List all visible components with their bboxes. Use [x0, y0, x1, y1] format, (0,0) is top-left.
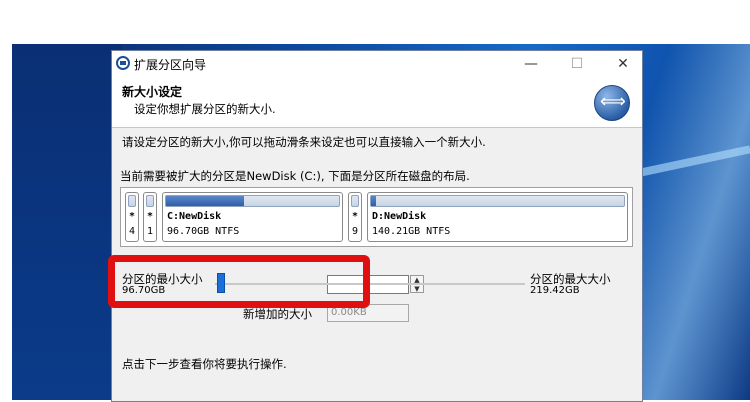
red-highlight-box [108, 255, 370, 308]
partition-name: * [146, 211, 154, 222]
app-icon [116, 56, 130, 70]
partition-size: 96.70GB NTFS [167, 226, 240, 237]
partition-block-d[interactable]: D:NewDisk 140.21GB NTFS [367, 192, 628, 242]
partition-usage-bar [351, 195, 359, 207]
partition-size: 1 [146, 226, 154, 237]
header-title: 新大小设定 [122, 85, 183, 99]
wizard-logo-icon [594, 85, 630, 121]
spin-down-button[interactable]: ▼ [410, 284, 424, 293]
header-subtitle: 设定你想扩展分区的新大小. [134, 102, 276, 116]
partition-usage-bar [165, 195, 340, 207]
partition-usage-bar [370, 195, 625, 207]
footer-hint: 点击下一步查看你将要执行操作. [122, 357, 287, 371]
extend-partition-wizard-window: 扩展分区向导 — ☐ ✕ 新大小设定 设定你想扩展分区的新大小. 请设定分区的新… [111, 50, 643, 402]
title-bar: 扩展分区向导 — ☐ ✕ [112, 51, 642, 77]
partition-block-c[interactable]: C:NewDisk 96.70GB NTFS [162, 192, 343, 242]
instruction-text: 请设定分区的新大小,你可以拖动滑条来设定也可以直接输入一个新大小. [122, 135, 486, 149]
wizard-header: 新大小设定 设定你想扩展分区的新大小. [112, 77, 642, 128]
partition-usage-bar [128, 195, 136, 207]
partition-block[interactable]: * 4 [125, 192, 139, 242]
partition-name: * [128, 211, 136, 222]
partition-size: 9 [351, 226, 359, 237]
partition-name: D:NewDisk [372, 211, 427, 222]
max-size-value: 219.42GB [530, 285, 580, 296]
maximize-button[interactable]: ☐ [563, 53, 591, 75]
partition-block[interactable]: * 1 [143, 192, 157, 242]
partition-usage-fill [166, 196, 244, 206]
disk-layout-map: * 4 * 1 C:NewDisk 96.70GB NTFS * 9 D:New… [120, 187, 633, 247]
desktop-shade [12, 44, 122, 400]
partition-size: 140.21GB NTFS [372, 226, 451, 237]
minimize-button[interactable]: — [517, 53, 545, 75]
current-partition-text: 当前需要被扩大的分区是NewDisk (C:), 下面是分区所在磁盘的布局. [120, 169, 470, 183]
close-button[interactable]: ✕ [609, 53, 637, 75]
partition-name: C:NewDisk [167, 211, 222, 222]
partition-name: * [351, 211, 359, 222]
partition-usage-bar [146, 195, 154, 207]
partition-block[interactable]: * 9 [348, 192, 362, 242]
partition-size: 4 [128, 226, 136, 237]
partition-usage-fill [371, 196, 377, 206]
added-size-label: 新增加的大小 [243, 307, 312, 321]
window-title: 扩展分区向导 [134, 58, 207, 72]
